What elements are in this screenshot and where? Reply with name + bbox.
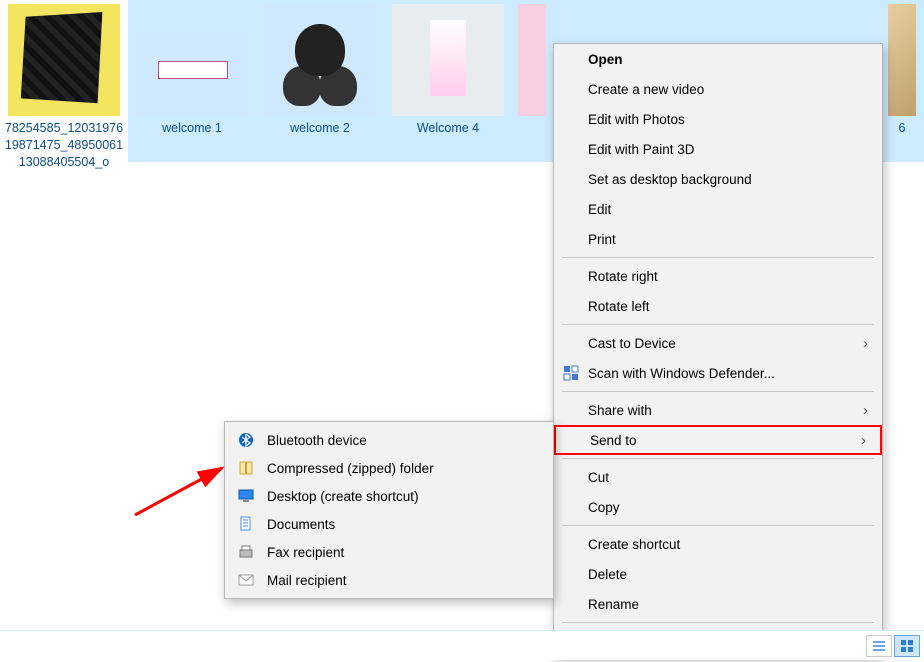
ctx-edit[interactable]: Edit [554,194,882,224]
file-item[interactable] [512,0,552,162]
ctx-copy[interactable]: Copy [554,492,882,522]
ctx-delete[interactable]: Delete [554,559,882,589]
thumbnail-image [264,4,376,116]
ctx-scan-defender[interactable]: Scan with Windows Defender... [554,358,882,388]
defender-icon [562,364,580,382]
ctx-rename[interactable]: Rename [554,589,882,619]
fax-icon [237,543,255,561]
ctx-send-to[interactable]: Send to› [554,425,882,455]
menu-separator [562,391,874,392]
ctx-open[interactable]: Open [554,44,882,74]
mail-icon [237,571,255,589]
ctx-edit-paint3d[interactable]: Edit with Paint 3D [554,134,882,164]
submenu-label: Compressed (zipped) folder [267,461,434,476]
ctx-share-with[interactable]: Share with› [554,395,882,425]
chevron-right-icon: › [863,335,868,352]
desktop-icon [237,487,255,505]
file-label: Welcome 4 [384,120,512,137]
file-label: welcome 1 [128,120,256,137]
sendto-submenu: Bluetooth device Compressed (zipped) fol… [224,421,554,599]
file-label: 78254585_1203197619871475_48950061130884… [0,120,128,171]
sendto-documents[interactable]: Documents [225,510,553,538]
ctx-rotate-left[interactable]: Rotate left [554,291,882,321]
file-item[interactable]: Welcome 4 [384,0,512,162]
menu-separator [562,324,874,325]
thumbnail-image [392,4,504,116]
ctx-edit-photos[interactable]: Edit with Photos [554,104,882,134]
ctx-rotate-right[interactable]: Rotate right [554,261,882,291]
view-thumbnails-button[interactable] [894,635,920,657]
status-bar [0,630,924,660]
ctx-create-new-video[interactable]: Create a new video [554,74,882,104]
menu-separator [562,257,874,258]
bluetooth-icon [237,431,255,449]
chevron-right-icon: › [863,402,868,419]
file-item[interactable]: 6 [880,0,924,162]
sendto-zip[interactable]: Compressed (zipped) folder [225,454,553,482]
file-label: welcome 2 [256,120,384,137]
ctx-cut[interactable]: Cut [554,462,882,492]
submenu-label: Mail recipient [267,573,347,588]
ctx-cast-to-device[interactable]: Cast to Device› [554,328,882,358]
file-item[interactable]: 78254585_1203197619871475_48950061130884… [0,0,128,171]
sendto-bluetooth[interactable]: Bluetooth device [225,426,553,454]
sendto-mail[interactable]: Mail recipient [225,566,553,594]
menu-separator [562,525,874,526]
zip-icon [237,459,255,477]
submenu-label: Desktop (create shortcut) [267,489,419,504]
file-label: 6 [880,120,924,137]
ctx-print[interactable]: Print [554,224,882,254]
sendto-fax[interactable]: Fax recipient [225,538,553,566]
submenu-label: Bluetooth device [267,433,367,448]
sendto-desktop[interactable]: Desktop (create shortcut) [225,482,553,510]
thumbnail-image [136,32,248,116]
chevron-right-icon: › [861,432,866,449]
documents-icon [237,515,255,533]
thumbnail-image [518,4,546,116]
thumbnail-image [8,4,120,116]
view-details-button[interactable] [866,635,892,657]
ctx-set-desktop-bg[interactable]: Set as desktop background [554,164,882,194]
file-item[interactable]: welcome 2 [256,0,384,162]
submenu-label: Documents [267,517,335,532]
menu-separator [562,458,874,459]
file-item[interactable]: welcome 1 [128,0,256,162]
ctx-create-shortcut[interactable]: Create shortcut [554,529,882,559]
menu-separator [562,622,874,623]
annotation-arrow [130,460,230,520]
thumbnail-image [888,4,916,116]
context-menu: Open Create a new video Edit with Photos… [553,43,883,657]
submenu-label: Fax recipient [267,545,344,560]
